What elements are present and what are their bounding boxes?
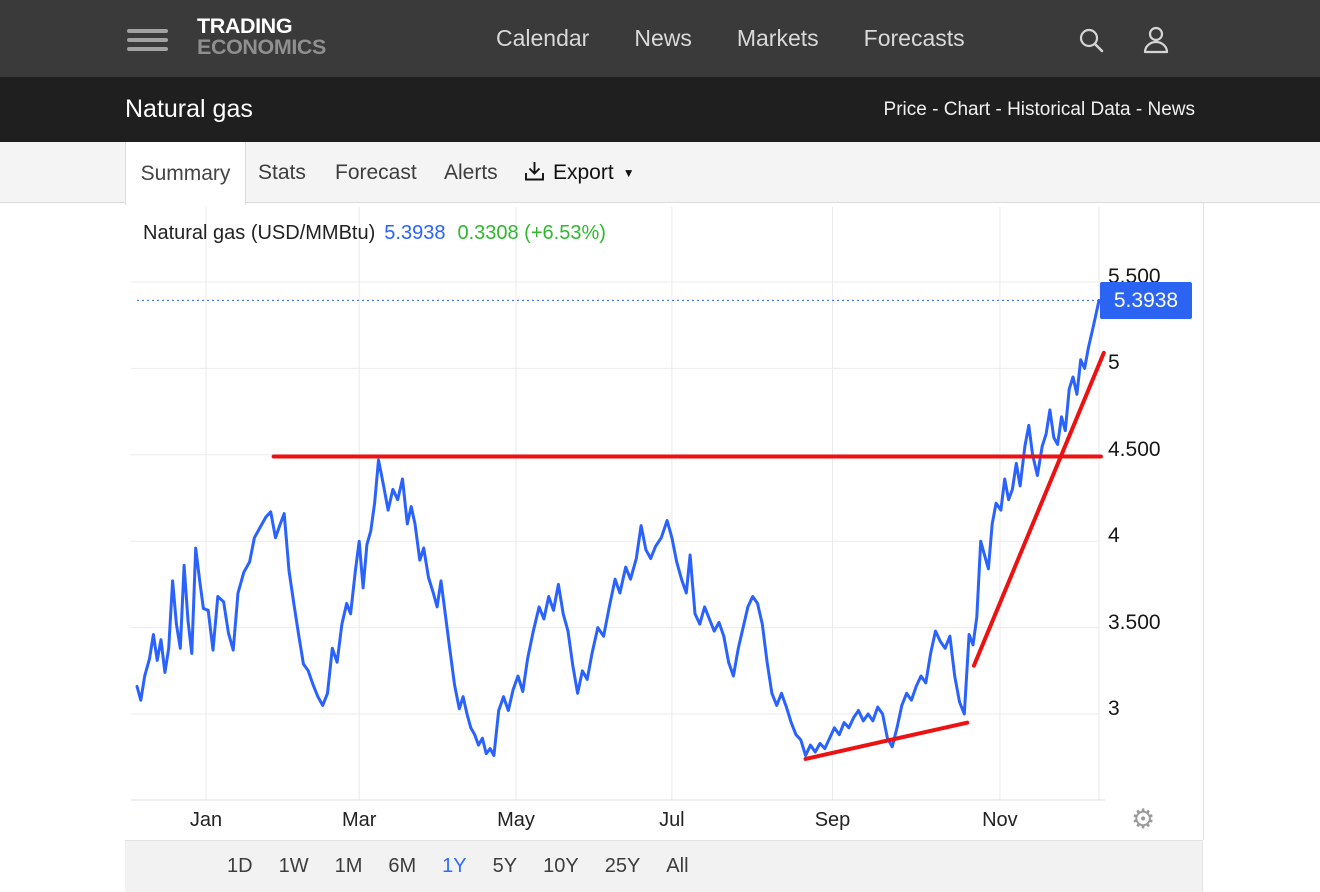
export-button[interactable]: Export ▼	[524, 142, 635, 203]
range-1y[interactable]: 1Y	[429, 855, 479, 878]
instrument-header: Natural gas Price - Chart - Historical D…	[0, 77, 1320, 142]
chart-instrument-label: Natural gas (USD/MMBtu)	[143, 222, 375, 244]
range-all[interactable]: All	[653, 855, 701, 878]
range-selector: 1D 1W 1M 6M 1Y 5Y 10Y 25Y All	[125, 840, 1203, 892]
chart-header: Natural gas (USD/MMBtu) 5.3938 0.3308 (+6.…	[143, 222, 606, 245]
chevron-down-icon: ▼	[623, 166, 635, 180]
nav-link-forecasts[interactable]: Forecasts	[864, 25, 965, 52]
y-axis-label: 4.500	[1108, 438, 1198, 462]
range-1w[interactable]: 1W	[266, 855, 322, 878]
range-10y[interactable]: 10Y	[530, 855, 592, 878]
logo-line1: TRADING	[197, 16, 326, 37]
range-25y[interactable]: 25Y	[592, 855, 654, 878]
x-axis-label: May	[471, 809, 561, 832]
tab-strip: Summary Stats Forecast Alerts Export ▼	[0, 142, 1320, 203]
y-axis-label: 5	[1108, 351, 1198, 375]
range-6m[interactable]: 6M	[375, 855, 429, 878]
tab-summary[interactable]: Summary	[125, 142, 246, 205]
x-axis-label: Jan	[161, 809, 251, 832]
user-account-icon[interactable]	[1141, 26, 1171, 59]
logo-line2: ECONOMICS	[197, 37, 326, 58]
page: TRADING ECONOMICS Calendar News Markets …	[0, 0, 1320, 892]
chart-card: Natural gas (USD/MMBtu) 5.3938 0.3308 (+6.…	[125, 203, 1204, 840]
current-price-badge: 5.3938	[1100, 282, 1192, 319]
range-1d[interactable]: 1D	[214, 855, 266, 878]
x-axis-label: Nov	[955, 809, 1045, 832]
page-title: Natural gas	[125, 95, 253, 124]
tab-forecast[interactable]: Forecast	[335, 142, 417, 203]
nav-link-markets[interactable]: Markets	[737, 25, 819, 52]
tab-stats[interactable]: Stats	[258, 142, 306, 203]
y-axis-label: 3.500	[1108, 611, 1198, 635]
y-axis-label: 4	[1108, 524, 1198, 548]
download-icon	[524, 161, 545, 188]
search-icon[interactable]	[1076, 28, 1110, 59]
nav-links: Calendar News Markets Forecasts	[496, 0, 965, 77]
price-chart[interactable]	[125, 203, 1203, 840]
top-nav: TRADING ECONOMICS Calendar News Markets …	[0, 0, 1320, 77]
x-axis-label: Sep	[788, 809, 878, 832]
range-5y[interactable]: 5Y	[480, 855, 530, 878]
chart-price-change: 0.3308 (+6.53%)	[457, 222, 605, 244]
y-axis-label: 3	[1108, 697, 1198, 721]
hamburger-menu-icon[interactable]	[127, 29, 168, 51]
x-axis-label: Jul	[627, 809, 717, 832]
nav-link-news[interactable]: News	[634, 25, 692, 52]
nav-link-calendar[interactable]: Calendar	[496, 25, 589, 52]
chart-settings-gear-icon[interactable]: ⚙	[1131, 804, 1155, 835]
range-1m[interactable]: 1M	[322, 855, 376, 878]
tab-alerts[interactable]: Alerts	[444, 142, 498, 203]
trading-economics-logo[interactable]: TRADING ECONOMICS	[197, 16, 326, 58]
breadcrumb[interactable]: Price - Chart - Historical Data - News	[884, 99, 1195, 121]
export-label: Export	[553, 161, 614, 185]
x-axis-label: Mar	[314, 809, 404, 832]
chart-last-price: 5.3938	[384, 222, 445, 244]
